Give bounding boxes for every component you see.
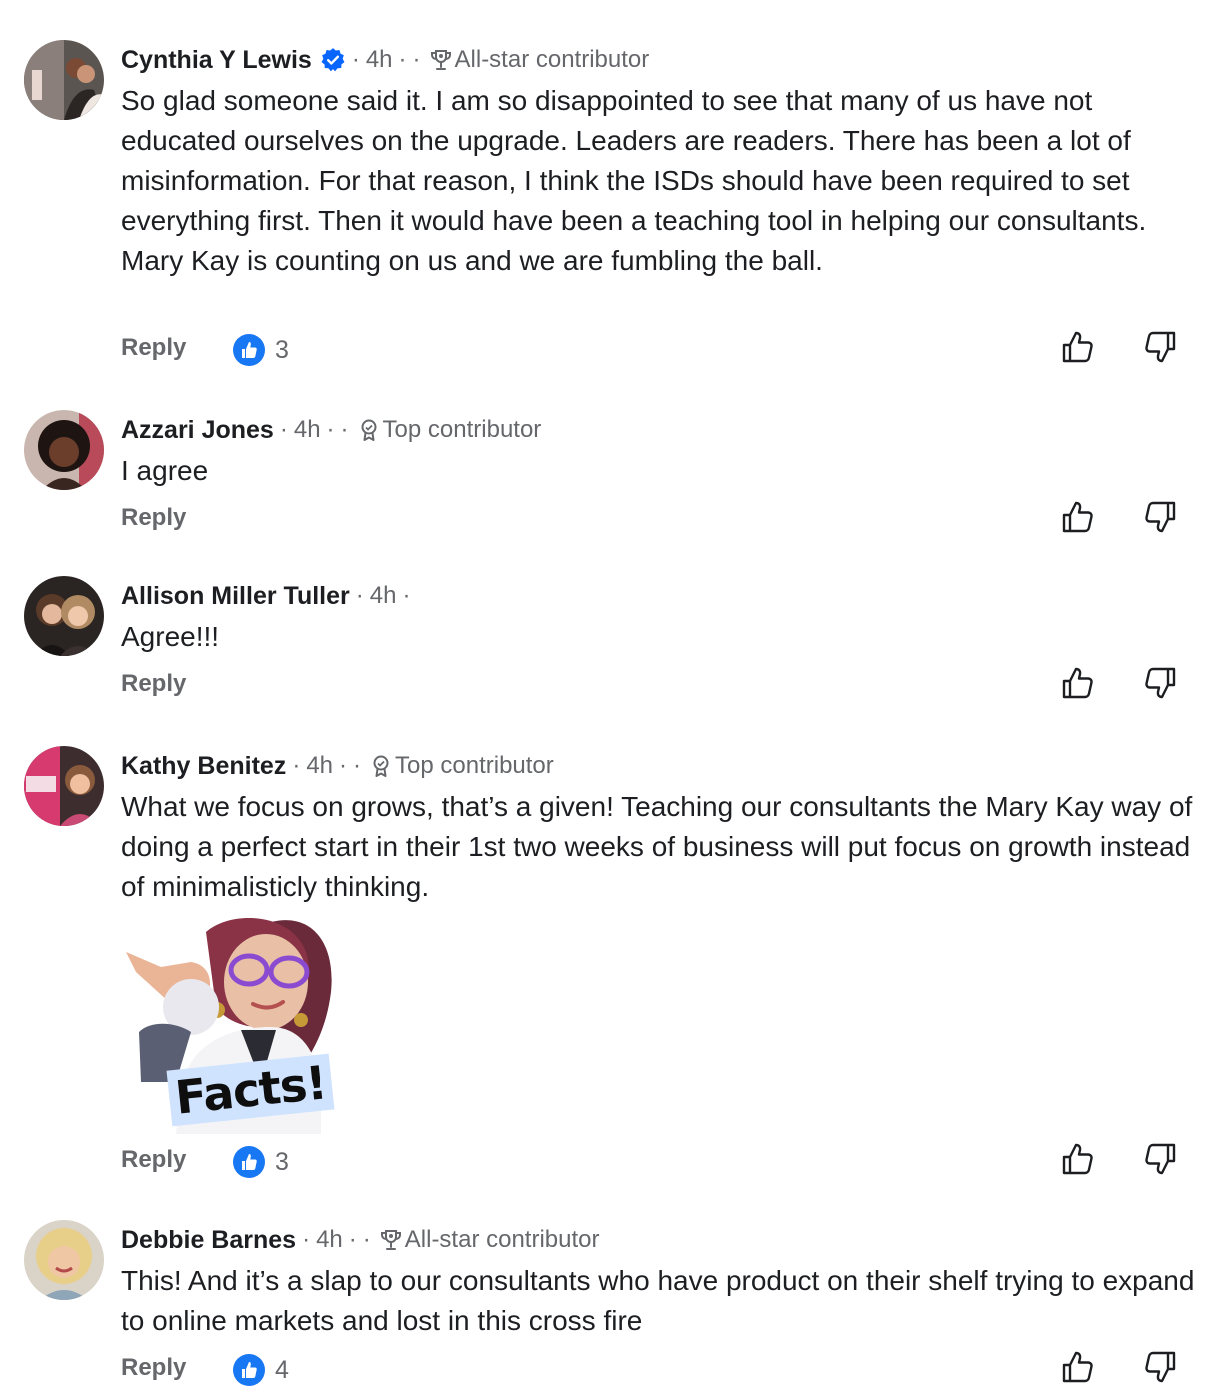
downvote-icon[interactable] bbox=[1143, 666, 1177, 700]
avatar[interactable] bbox=[24, 410, 104, 490]
comment-header: Kathy Benitez · 4h · · Top contributor bbox=[121, 751, 554, 781]
award-icon bbox=[361, 419, 377, 441]
contributor-badge: Top contributor bbox=[395, 752, 554, 779]
comment-actions: Reply bbox=[121, 666, 1208, 706]
comment-actions: Reply 3 bbox=[121, 1142, 1208, 1182]
reaction-summary[interactable]: 4 bbox=[233, 1350, 289, 1390]
comment-header: Debbie Barnes · 4h · · All-star contribu… bbox=[121, 1225, 600, 1255]
timestamp[interactable]: 4h bbox=[306, 752, 333, 780]
reaction-count: 3 bbox=[275, 1147, 289, 1176]
comment-actions: Reply 4 bbox=[121, 1350, 1208, 1390]
downvote-icon[interactable] bbox=[1143, 500, 1177, 534]
reply-button[interactable]: Reply bbox=[121, 1354, 186, 1382]
comment-text: What we focus on grows, that’s a given! … bbox=[121, 791, 1193, 902]
reply-button[interactable]: Reply bbox=[121, 504, 186, 532]
reaction-count: 4 bbox=[275, 1355, 289, 1384]
author-name[interactable]: Allison Miller Tuller bbox=[121, 582, 350, 611]
author-name[interactable]: Azzari Jones bbox=[121, 416, 274, 445]
comment-header: Allison Miller Tuller · 4h · bbox=[121, 581, 411, 611]
reply-button[interactable]: Reply bbox=[121, 1146, 186, 1174]
comment-text: This! And it’s a slap to our consultants… bbox=[121, 1265, 1195, 1336]
reaction-summary[interactable]: 3 bbox=[233, 1142, 289, 1182]
upvote-icon[interactable] bbox=[1061, 1350, 1095, 1384]
facts-sticker[interactable]: Facts! bbox=[121, 912, 336, 1134]
timestamp[interactable]: 4h bbox=[294, 416, 321, 444]
reaction-count: 3 bbox=[275, 335, 289, 364]
timestamp[interactable]: 4h bbox=[370, 582, 397, 610]
timestamp[interactable]: 4h bbox=[366, 46, 393, 74]
reaction-summary[interactable]: 3 bbox=[233, 330, 289, 370]
reply-button[interactable]: Reply bbox=[121, 670, 186, 698]
upvote-icon[interactable] bbox=[1061, 1142, 1095, 1176]
upvote-icon[interactable] bbox=[1061, 330, 1095, 364]
verified-badge-icon bbox=[321, 48, 345, 72]
reply-button[interactable]: Reply bbox=[121, 334, 186, 362]
comment-text: I agree bbox=[121, 455, 209, 486]
like-reaction-icon bbox=[233, 334, 265, 366]
avatar[interactable] bbox=[24, 1220, 104, 1300]
trophy-icon bbox=[430, 50, 451, 70]
award-icon bbox=[373, 755, 389, 777]
timestamp[interactable]: 4h bbox=[316, 1226, 343, 1254]
comment-actions: Reply bbox=[121, 500, 1208, 540]
downvote-icon[interactable] bbox=[1143, 330, 1177, 364]
trophy-icon bbox=[380, 1230, 401, 1250]
contributor-badge: Top contributor bbox=[382, 416, 542, 443]
avatar[interactable] bbox=[24, 576, 104, 656]
comment-header: Cynthia Y Lewis · 4h · · All-star contri… bbox=[121, 45, 650, 75]
comment-text: Agree!!! bbox=[121, 621, 220, 652]
contributor-badge: All-star contributor bbox=[454, 46, 650, 73]
upvote-icon[interactable] bbox=[1061, 500, 1095, 534]
comment-text: So glad someone said it. I am so disappo… bbox=[121, 85, 1147, 276]
contributor-badge: All-star contributor bbox=[404, 1226, 600, 1253]
comment-header: Azzari Jones · 4h · · Top contributor bbox=[121, 415, 542, 445]
like-reaction-icon bbox=[233, 1146, 265, 1178]
comment-actions: Reply 3 bbox=[121, 330, 1208, 370]
avatar[interactable] bbox=[24, 746, 104, 826]
upvote-icon[interactable] bbox=[1061, 666, 1095, 700]
author-name[interactable]: Debbie Barnes bbox=[121, 1226, 296, 1255]
author-name[interactable]: Kathy Benitez bbox=[121, 752, 286, 781]
downvote-icon[interactable] bbox=[1143, 1142, 1177, 1176]
author-name[interactable]: Cynthia Y Lewis bbox=[121, 46, 312, 75]
avatar[interactable] bbox=[24, 40, 104, 120]
like-reaction-icon bbox=[233, 1354, 265, 1386]
downvote-icon[interactable] bbox=[1143, 1350, 1177, 1384]
